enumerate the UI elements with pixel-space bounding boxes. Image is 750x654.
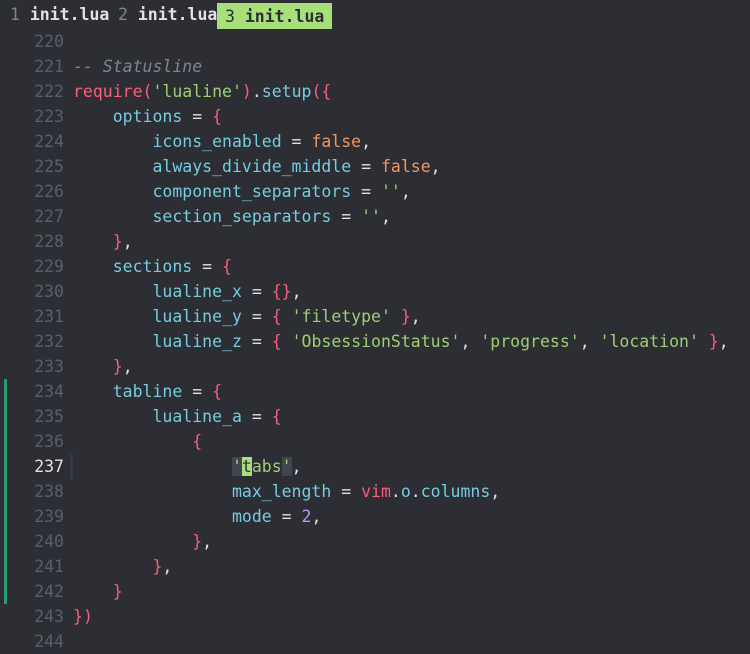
line-text: },: [112, 357, 133, 376]
tab-label: init.lua: [29, 5, 110, 24]
line-number: 242: [34, 582, 64, 601]
code-line[interactable]: 220: [0, 29, 750, 54]
line-text: tabline = {: [112, 382, 223, 401]
tab-2[interactable]: 2 init.lua: [118, 3, 217, 26]
code-line[interactable]: 226 component_separators = '',: [0, 179, 750, 204]
tab-number: 1: [10, 5, 20, 24]
code-line[interactable]: 230 lualine_x = {},: [0, 279, 750, 304]
line-text: {: [192, 432, 203, 451]
tab-number: 2: [118, 5, 128, 24]
code-line[interactable]: 223 options = {: [0, 104, 750, 129]
line-number: 237: [34, 457, 64, 476]
line-text: lualine_a = {: [152, 407, 282, 426]
line-number: 222: [34, 82, 64, 101]
line-text: }): [73, 607, 93, 626]
tabline: 1 init.lua 2 init.lua 3 init.lua: [0, 0, 750, 29]
code-line[interactable]: 240 },: [0, 529, 750, 554]
line-number: 243: [34, 607, 64, 626]
tab-label: init.lua: [137, 5, 218, 24]
line-number: 241: [34, 557, 64, 576]
tab-3-active[interactable]: 3 init.lua: [217, 3, 333, 29]
line-number: 236: [34, 432, 64, 451]
line-text: },: [152, 557, 173, 576]
git-change-sign: [4, 454, 7, 479]
line-text: lualine_y = { 'filetype' },: [152, 307, 421, 326]
line-text: },: [112, 232, 133, 251]
line-number: 223: [34, 107, 64, 126]
line-number: 238: [34, 482, 64, 501]
git-change-sign: [4, 579, 7, 604]
line-number: 234: [34, 382, 64, 401]
line-number: 221: [34, 57, 64, 76]
line-number: 239: [34, 507, 64, 526]
line-number: 225: [34, 157, 64, 176]
tab-1[interactable]: 1 init.lua: [10, 3, 109, 26]
line-number: 235: [34, 407, 64, 426]
line-text: icons_enabled = false,: [152, 132, 372, 151]
code-line[interactable]: 221 -- Statusline: [0, 54, 750, 79]
line-text: max_length = vim.o.columns,: [231, 482, 501, 501]
cursor-line[interactable]: 237 'tabs',: [0, 454, 750, 479]
line-number: 220: [34, 32, 64, 51]
line-number: 240: [34, 532, 64, 551]
line-number: 244: [34, 632, 64, 651]
line-text: lualine_x = {},: [152, 282, 302, 301]
code-line[interactable]: 232 lualine_z = { 'ObsessionStatus', 'pr…: [0, 329, 750, 354]
code-line[interactable]: 242 }: [0, 579, 750, 604]
line-number: 227: [34, 207, 64, 226]
line-text: require('lualine').setup({: [73, 82, 332, 101]
line-number: 233: [34, 357, 64, 376]
line-text: -- Statusline: [73, 57, 203, 76]
line-number: 230: [34, 282, 64, 301]
code-line[interactable]: 238 max_length = vim.o.columns,: [0, 479, 750, 504]
line-text: component_separators = '',: [152, 182, 411, 201]
line-text: always_divide_middle = false,: [152, 157, 441, 176]
code-line[interactable]: 229 sections = {: [0, 254, 750, 279]
code-line[interactable]: 233 },: [0, 354, 750, 379]
line-number: 224: [34, 132, 64, 151]
code-line[interactable]: 228 },: [0, 229, 750, 254]
editor-buffer[interactable]: 220 221 -- Statusline 222 require('lualine')…: [0, 29, 750, 651]
line-number: 231: [34, 307, 64, 326]
code-line[interactable]: 236 {: [0, 429, 750, 454]
code-line[interactable]: 225 always_divide_middle = false,: [0, 154, 750, 179]
git-change-sign: [4, 504, 7, 529]
line-text: sections = {: [112, 257, 232, 276]
git-change-sign: [4, 404, 7, 429]
code-line[interactable]: 241 },: [0, 554, 750, 579]
code-line[interactable]: 234 tabline = {: [0, 379, 750, 404]
line-text: 'tabs',: [231, 457, 302, 476]
tab-label: init.lua: [244, 7, 325, 26]
code-line[interactable]: 222 require('lualine').setup({: [0, 79, 750, 104]
code-line[interactable]: 224 icons_enabled = false,: [0, 129, 750, 154]
code-line[interactable]: 244: [0, 629, 750, 654]
code-line[interactable]: 235 lualine_a = {: [0, 404, 750, 429]
line-number: 232: [34, 332, 64, 351]
git-change-sign: [4, 554, 7, 579]
git-change-sign: [4, 479, 7, 504]
tab-number: 3: [225, 7, 235, 26]
git-change-sign: [4, 379, 7, 404]
line-text: options = {: [112, 107, 223, 126]
line-number: 229: [34, 257, 64, 276]
line-number: 226: [34, 182, 64, 201]
line-text: }: [112, 582, 123, 601]
line-text: lualine_z = { 'ObsessionStatus', 'progre…: [152, 332, 729, 351]
git-change-sign: [4, 529, 7, 554]
line-number: 228: [34, 232, 64, 251]
line-text: },: [192, 532, 213, 551]
code-line[interactable]: 239 mode = 2,: [0, 504, 750, 529]
code-line[interactable]: 231 lualine_y = { 'filetype' },: [0, 304, 750, 329]
line-text: section_separators = '',: [152, 207, 391, 226]
code-line[interactable]: 243}): [0, 604, 750, 629]
code-line[interactable]: 227 section_separators = '',: [0, 204, 750, 229]
line-text: mode = 2,: [231, 507, 322, 526]
git-change-sign: [4, 429, 7, 454]
